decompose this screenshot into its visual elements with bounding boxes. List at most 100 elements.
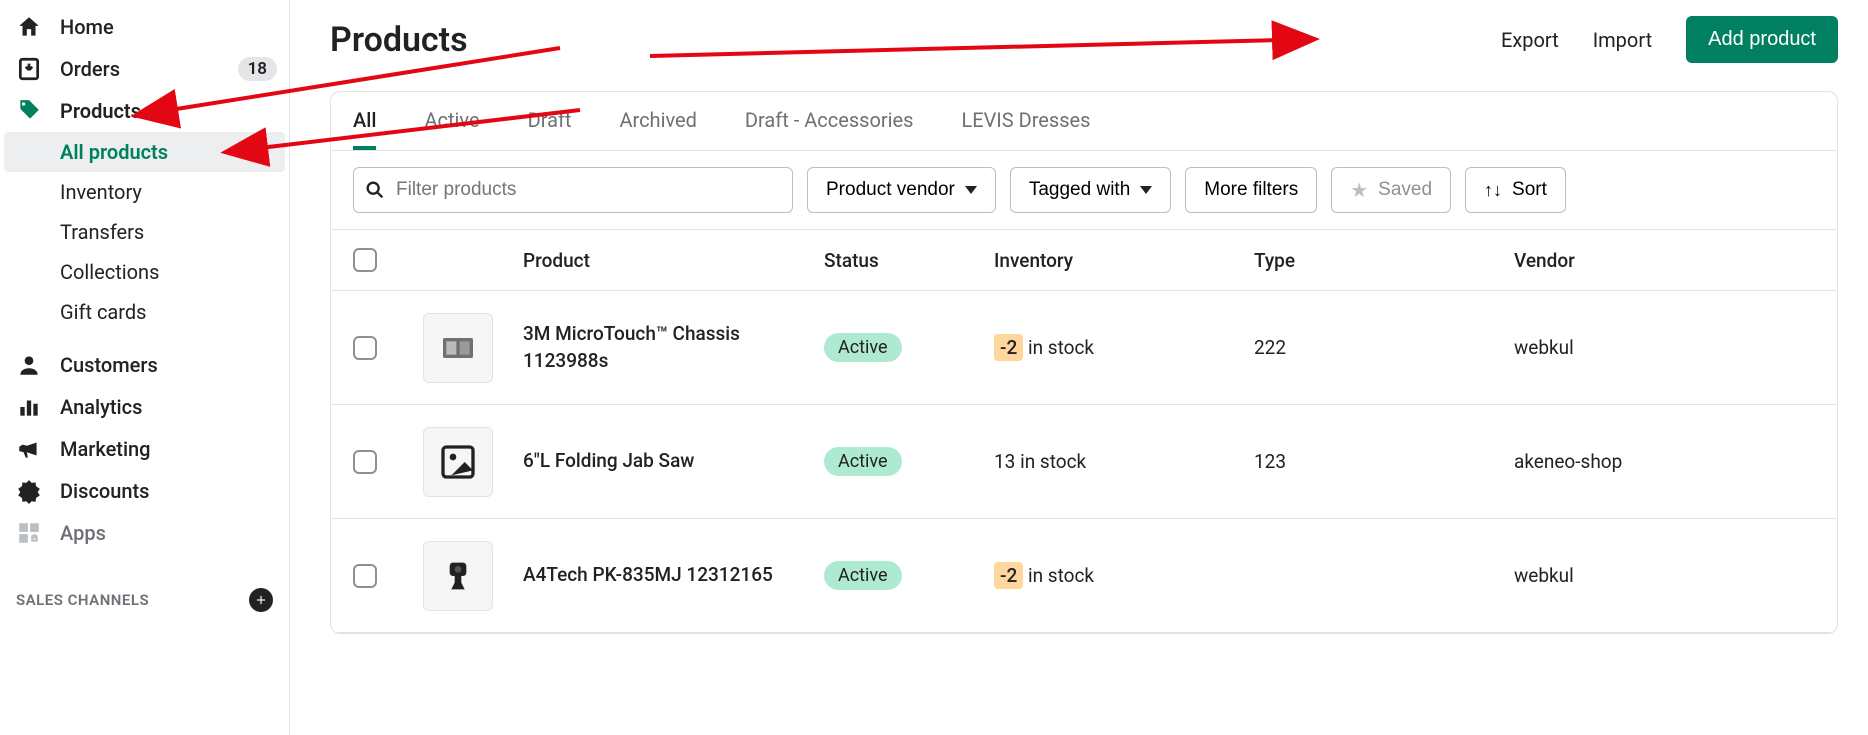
- sidebar-item-label: Orders: [60, 57, 220, 81]
- col-vendor: Vendor: [1514, 249, 1815, 272]
- plus-icon: [254, 593, 268, 607]
- product-name[interactable]: 3M MicroTouch™ Chassis 1123988s: [523, 321, 824, 374]
- tagged-with-filter[interactable]: Tagged with: [1010, 167, 1171, 213]
- import-link[interactable]: Import: [1593, 28, 1652, 52]
- vendor-cell: webkul: [1514, 564, 1815, 587]
- status-badge: Active: [824, 333, 902, 362]
- sidebar-item-label: Home: [60, 15, 277, 39]
- sidebar-item-customers[interactable]: Customers: [0, 344, 289, 386]
- row-checkbox[interactable]: [353, 564, 377, 588]
- vendor-cell: akeneo-shop: [1514, 450, 1815, 473]
- sidebar-item-label: Marketing: [60, 437, 277, 461]
- sidebar-item-analytics[interactable]: Analytics: [0, 386, 289, 428]
- tab-draft-accessories[interactable]: Draft - Accessories: [745, 92, 914, 150]
- status-badge: Active: [824, 447, 902, 476]
- filter-row: Product vendor Tagged with More filters …: [331, 151, 1837, 230]
- sidebar-item-marketing[interactable]: Marketing: [0, 428, 289, 470]
- sidebar-subitem-inventory[interactable]: Inventory: [0, 172, 289, 212]
- select-all-checkbox[interactable]: [353, 248, 377, 272]
- inventory-warning: -2: [994, 562, 1023, 589]
- inventory-cell: -2 in stock: [994, 336, 1254, 359]
- caret-down-icon: [965, 186, 977, 194]
- filter-label: More filters: [1204, 179, 1298, 201]
- sidebar-item-discounts[interactable]: Discounts: [0, 470, 289, 512]
- sidebar-item-products[interactable]: Products: [0, 90, 289, 132]
- sidebar-item-home[interactable]: Home: [0, 6, 289, 48]
- apps-icon: [16, 520, 42, 546]
- col-inventory: Inventory: [994, 249, 1254, 272]
- sales-channels-label: SALES CHANNELS: [16, 591, 149, 609]
- sidebar-item-apps[interactable]: Apps: [0, 512, 289, 554]
- inventory-suffix: in stock: [1023, 564, 1094, 587]
- add-channel-button[interactable]: [249, 588, 273, 612]
- main-content: Products Export Import Add product All A…: [290, 0, 1868, 735]
- inventory-cell: -2 in stock: [994, 564, 1254, 587]
- bar-chart-icon: [16, 394, 42, 420]
- type-cell: 123: [1254, 450, 1514, 473]
- sidebar-item-label: Analytics: [60, 395, 277, 419]
- tab-levis-dresses[interactable]: LEVIS Dresses: [961, 92, 1090, 150]
- filter-label: Tagged with: [1029, 179, 1130, 201]
- table-row[interactable]: 6"L Folding Jab Saw Active 13 in stock 1…: [331, 405, 1837, 519]
- row-checkbox[interactable]: [353, 336, 377, 360]
- more-filters-button[interactable]: More filters: [1185, 167, 1317, 213]
- sidebar-item-label: Apps: [60, 521, 277, 545]
- star-icon: ★: [1350, 178, 1368, 203]
- tabs: All Active Draft Archived Draft - Access…: [331, 92, 1837, 151]
- vendor-cell: webkul: [1514, 336, 1815, 359]
- sidebar-subitem-all-products[interactable]: All products: [4, 132, 285, 172]
- tag-icon: [16, 98, 42, 124]
- filter-label: Sort: [1512, 179, 1547, 201]
- export-link[interactable]: Export: [1501, 28, 1559, 52]
- table-row[interactable]: 3M MicroTouch™ Chassis 1123988s Active -…: [331, 291, 1837, 405]
- filter-products-input[interactable]: [396, 179, 782, 201]
- inventory-text: 13 in stock: [994, 450, 1086, 473]
- inventory-suffix: in stock: [1023, 336, 1094, 359]
- product-vendor-filter[interactable]: Product vendor: [807, 167, 996, 213]
- status-badge: Active: [824, 561, 902, 590]
- sort-button[interactable]: ↑↓ Sort: [1465, 167, 1566, 213]
- page-header: Products Export Import Add product: [330, 16, 1838, 63]
- inventory-warning: -2: [994, 334, 1023, 361]
- sidebar: Home Orders 18 Products All products Inv…: [0, 0, 290, 735]
- megaphone-icon: [16, 436, 42, 462]
- product-thumbnail: [423, 427, 493, 497]
- sales-channels-header: SALES CHANNELS: [0, 582, 289, 618]
- col-status: Status: [824, 249, 994, 272]
- table-row[interactable]: A4Tech PK-835MJ 12312165 Active -2 in st…: [331, 519, 1837, 633]
- search-input-wrap[interactable]: [353, 167, 793, 213]
- home-icon: [16, 14, 42, 40]
- sidebar-subitem-transfers[interactable]: Transfers: [0, 212, 289, 252]
- orders-icon: [16, 56, 42, 82]
- search-icon: [364, 179, 386, 201]
- type-cell: 222: [1254, 336, 1514, 359]
- filter-label: Saved: [1378, 179, 1432, 201]
- sidebar-subitem-collections[interactable]: Collections: [0, 252, 289, 292]
- sidebar-item-label: Customers: [60, 353, 277, 377]
- filter-label: Product vendor: [826, 179, 955, 201]
- sort-icon: ↑↓: [1484, 180, 1502, 201]
- sidebar-subitem-gift-cards[interactable]: Gift cards: [0, 292, 289, 332]
- tab-draft[interactable]: Draft: [528, 92, 572, 150]
- sidebar-item-label: Products: [60, 99, 277, 123]
- sidebar-item-label: Discounts: [60, 479, 277, 503]
- tab-archived[interactable]: Archived: [619, 92, 696, 150]
- col-product: Product: [523, 249, 824, 272]
- person-icon: [16, 352, 42, 378]
- page-title: Products: [330, 20, 468, 60]
- product-name[interactable]: A4Tech PK-835MJ 12312165: [523, 562, 824, 589]
- row-checkbox[interactable]: [353, 450, 377, 474]
- tab-all[interactable]: All: [353, 92, 376, 150]
- product-thumbnail: [423, 313, 493, 383]
- tab-active[interactable]: Active: [424, 92, 479, 150]
- orders-badge: 18: [238, 57, 277, 81]
- product-thumbnail: [423, 541, 493, 611]
- saved-button[interactable]: ★ Saved: [1331, 167, 1451, 213]
- product-name[interactable]: 6"L Folding Jab Saw: [523, 448, 824, 475]
- header-actions: Export Import Add product: [1501, 16, 1838, 63]
- col-type: Type: [1254, 249, 1514, 272]
- products-card: All Active Draft Archived Draft - Access…: [330, 91, 1838, 634]
- table-header: Product Status Inventory Type Vendor: [331, 230, 1837, 291]
- add-product-button[interactable]: Add product: [1686, 16, 1838, 63]
- sidebar-item-orders[interactable]: Orders 18: [0, 48, 289, 90]
